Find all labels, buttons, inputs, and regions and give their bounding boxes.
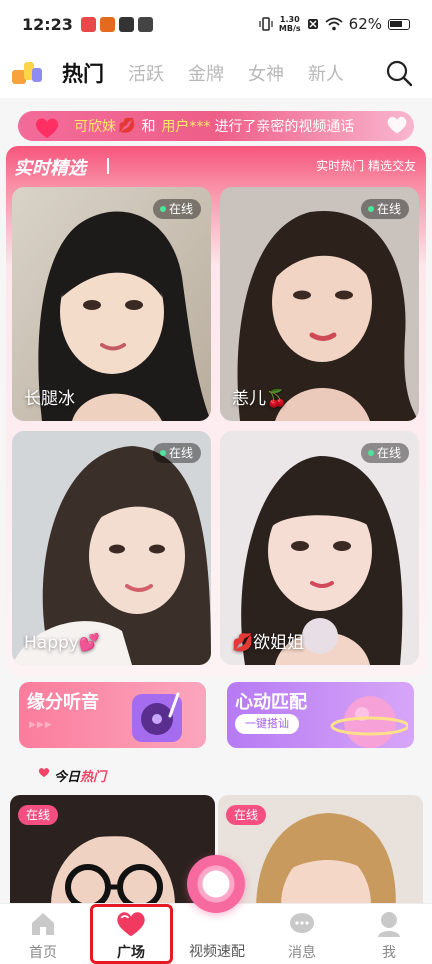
nav-me-label: 我	[382, 945, 396, 961]
nav-home-label: 首页	[29, 945, 57, 961]
banner-user1: 可欣妹	[74, 119, 116, 135]
message-icon	[290, 913, 314, 933]
banner-and: 和	[141, 119, 156, 135]
profile-name: 💋欲姐姐	[232, 633, 305, 653]
notification-app-icon	[99, 16, 115, 32]
selection-highlight	[90, 904, 173, 964]
online-badge: 在线	[360, 199, 409, 219]
status-bar: 12:23 1.30 MB/s 62%	[0, 0, 432, 48]
featured-title: 实时精选	[14, 158, 86, 179]
vinyl-record-icon	[132, 692, 182, 742]
nav-messages-label: 消息	[288, 945, 316, 961]
online-badge: 在线	[360, 443, 409, 463]
tab-gold[interactable]: 金牌	[188, 60, 224, 86]
no-sim-icon	[307, 19, 318, 29]
call-notice-banner[interactable]: 可欣妹 💋 和 用户*** 进行了亲密的视频通话	[18, 111, 414, 141]
title-divider	[107, 158, 109, 174]
heart-icon	[387, 116, 407, 134]
nav-home[interactable]: 首页	[0, 904, 86, 964]
profile-card[interactable]: 在线 恙儿🍒	[220, 187, 419, 421]
notification-image-icon	[137, 16, 153, 32]
banner-action: 进行了亲密的视频通话	[214, 119, 355, 135]
voice-match-title: 缘分听音	[27, 692, 99, 713]
top-nav: 热门 活跃 金牌 女神 新人	[0, 48, 432, 98]
tab-active[interactable]: 活跃	[128, 60, 164, 86]
planet-icon	[330, 696, 408, 748]
nav-messages[interactable]: 消息	[259, 904, 345, 964]
vibrate-icon	[259, 17, 273, 31]
featured-panel: 实时精选 实时热门 精选交友 在线 长腿冰 在线 恙儿🍒 在线 Happy💕 在…	[6, 146, 426, 676]
online-badge: 在线	[226, 805, 267, 825]
video-match-button[interactable]	[187, 855, 245, 913]
voice-match-tile[interactable]: 缘分听音 ▶▶▶	[19, 682, 206, 748]
heart-match-title: 心动匹配	[235, 692, 307, 713]
app-logo	[12, 60, 44, 86]
online-badge: 在线	[152, 199, 201, 219]
quick-chat-button[interactable]: 一键搭讪	[235, 714, 299, 734]
notification-mail-icon	[118, 16, 134, 32]
notification-app-icon	[80, 16, 96, 32]
profile-card[interactable]: 在线 长腿冰	[12, 187, 211, 421]
heart-icon	[38, 768, 50, 778]
nav-me[interactable]: 我	[346, 904, 432, 964]
profile-card[interactable]: 在线 Happy💕	[12, 431, 211, 665]
profile-card[interactable]: 在线 💋欲姐姐	[220, 431, 419, 665]
profile-name: Happy💕	[24, 633, 101, 653]
online-badge: 在线	[152, 443, 201, 463]
banner-user2: 用户***	[161, 119, 211, 135]
online-badge: 在线	[18, 805, 59, 825]
featured-subtitle: 实时热门 精选交友	[316, 159, 416, 173]
network-speed: 1.30 MB/s	[278, 15, 301, 33]
battery-icon	[388, 18, 410, 30]
tab-goddess[interactable]: 女神	[248, 60, 284, 86]
profile-name: 恙儿🍒	[232, 389, 288, 409]
arrows-icon: ▶▶▶	[29, 720, 53, 730]
heart-match-tile[interactable]: 心动匹配 一键搭讪	[227, 682, 414, 748]
home-icon	[32, 913, 54, 935]
lips-icon: 💋	[118, 118, 136, 134]
search-icon[interactable]	[384, 58, 414, 88]
profile-photo	[12, 431, 211, 665]
battery-percent: 62%	[348, 15, 382, 33]
heart-icon	[35, 118, 59, 138]
tab-newcomer[interactable]: 新人	[308, 60, 344, 86]
video-match-label: 视频速配	[189, 944, 245, 960]
today-hot-title: 今日热门	[54, 770, 107, 785]
profile-name: 长腿冰	[24, 389, 75, 409]
status-time: 12:23	[22, 14, 73, 34]
profile-icon	[378, 912, 400, 937]
tab-hot[interactable]: 热门	[62, 58, 104, 88]
wifi-icon	[325, 17, 343, 31]
